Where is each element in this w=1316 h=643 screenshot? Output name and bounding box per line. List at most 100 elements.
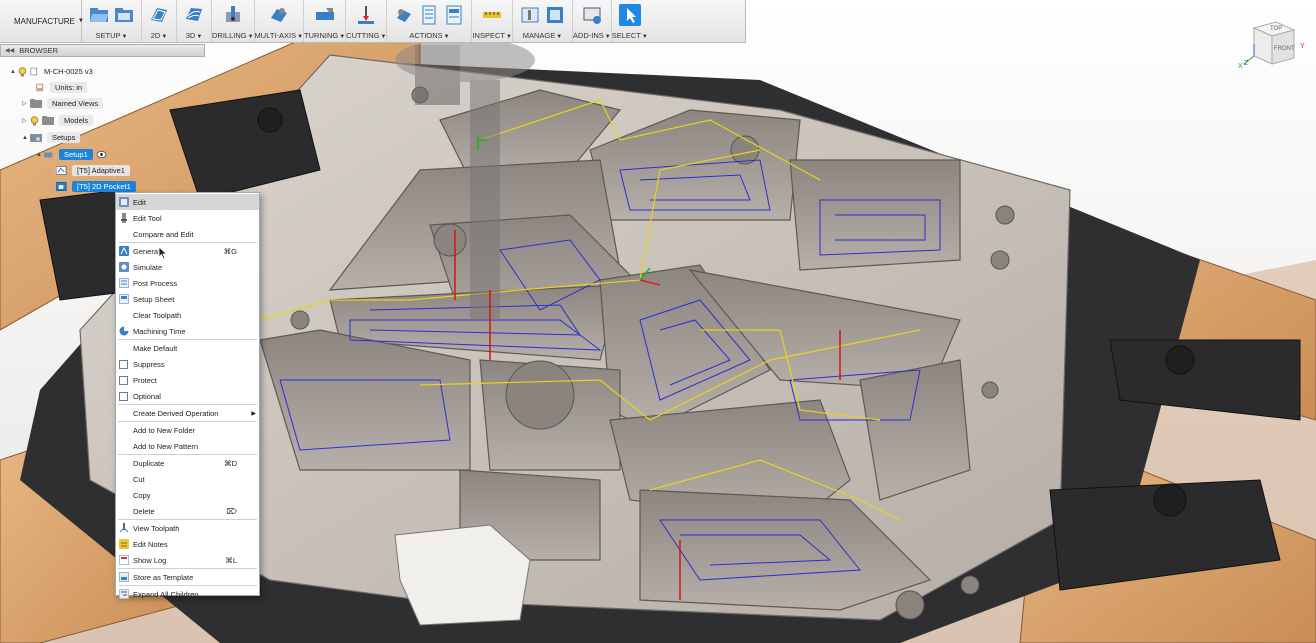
toolbar-group-select[interactable]: SELECT▼ (612, 0, 648, 42)
shortcut-label: ⌘D (224, 458, 237, 468)
tree-node-setups[interactable]: ▲ Setups (22, 131, 81, 144)
optional-checkbox[interactable] (119, 391, 128, 401)
menu-item-create-derived-operation[interactable]: Create Derived Operation ▶ (116, 405, 259, 421)
toolbar-group-actions[interactable]: ACTIONS▼ (387, 0, 473, 42)
suppress-checkbox[interactable] (119, 359, 128, 369)
setup-eye-icon[interactable] (96, 150, 107, 159)
select-cursor-icon[interactable] (618, 4, 641, 26)
menu-item-post-process[interactable]: Post Process (116, 275, 259, 291)
tree-node-units[interactable]: Units: in (36, 81, 88, 94)
viewcube[interactable]: TOP FRONT X Y Z (1236, 18, 1306, 78)
caret-icon: ▼ (121, 34, 128, 40)
expand-triangle-icon[interactable]: ▲ (10, 69, 18, 75)
blank-icon (119, 229, 129, 239)
cutting-icon[interactable] (355, 4, 377, 26)
drill-icon[interactable] (222, 4, 244, 26)
menu-item-compare-and-edit[interactable]: Compare and Edit (116, 226, 259, 242)
node-dot-icon: · (48, 183, 50, 190)
menu-item-cut[interactable]: Cut (116, 471, 259, 487)
generate-icon (119, 246, 129, 256)
add-ins-icon[interactable] (581, 4, 603, 26)
menu-item-clear-toolpath[interactable]: Clear Toolpath (116, 307, 259, 323)
inspect-group-label: INSPECT (472, 31, 505, 40)
2d-contour-icon[interactable] (148, 4, 170, 26)
measure-icon[interactable] (481, 4, 503, 26)
menu-item-add-to-new-pattern[interactable]: Add to New Pattern (116, 438, 259, 454)
menu-item-edit-tool[interactable]: Edit Tool (116, 210, 259, 226)
protect-checkbox[interactable] (119, 375, 128, 385)
menu-item-setup-sheet[interactable]: Setup Sheet (116, 291, 259, 307)
tool-library-icon[interactable] (519, 4, 541, 26)
tree-node-root[interactable]: ▲ M-CH-0025 v3 (10, 65, 93, 78)
setup-icon (44, 152, 53, 158)
toolbar-group-drilling[interactable]: DRILLING▼ (212, 0, 255, 42)
menu-item-simulate[interactable]: Simulate (116, 259, 259, 275)
post-process-icon[interactable] (418, 4, 440, 26)
toolbar-group-inspect[interactable]: INSPECT▼ (472, 0, 513, 42)
tree-node-models[interactable]: ▷ Models (22, 114, 94, 127)
menu-item-expand-all-children[interactable]: Expand All Children (116, 586, 259, 602)
toolbar-group-3d[interactable]: 3D▼ (177, 0, 212, 42)
expand-triangle-icon[interactable]: ▲ (36, 152, 44, 158)
context-menu: Edit Edit Tool Compare and Edit Generate… (115, 192, 260, 599)
menu-item-label: Post Process (133, 278, 178, 288)
collapse-arrows-icon[interactable]: ◀◀ (5, 47, 14, 54)
expand-children-icon (119, 589, 129, 599)
menu-item-label: Setup Sheet (133, 294, 175, 304)
toolbar-group-2d[interactable]: 2D▼ (142, 0, 177, 42)
menu-item-edit-notes[interactable]: Edit Notes (116, 536, 259, 552)
toolbar-group-add-ins[interactable]: ADD-INS▼ (573, 0, 612, 42)
setup-sheet-icon[interactable] (443, 4, 465, 26)
visibility-bulb-icon[interactable] (30, 115, 39, 126)
menu-item-edit[interactable]: Edit (116, 194, 259, 210)
toolbar-group-setup[interactable]: SETUP▼ (82, 0, 142, 42)
menu-item-label: Store as Template (133, 572, 194, 582)
caret-icon: ▼ (556, 34, 563, 40)
menu-item-show-log[interactable]: Show Log ⌘L (116, 552, 259, 568)
menu-item-make-default[interactable]: Make Default (116, 340, 259, 356)
workspace-selector[interactable]: MANUFACTURE ▼ (0, 0, 84, 42)
toolbar-group-cutting[interactable]: CUTTING▼ (346, 0, 388, 42)
toolbar-group-multi-axis[interactable]: MULTI-AXIS▼ (255, 0, 305, 42)
menu-item-add-to-new-folder[interactable]: Add to New Folder (116, 422, 259, 438)
menu-item-duplicate[interactable]: Duplicate ⌘D (116, 455, 259, 471)
edit-icon (119, 197, 129, 207)
turning-icon[interactable] (314, 4, 336, 26)
named-views-label: Named Views (47, 98, 104, 109)
menu-item-copy[interactable]: Copy (116, 487, 259, 503)
3d-surface-icon[interactable] (183, 4, 205, 26)
menu-item-generate[interactable]: Generate ⌘G (116, 243, 259, 259)
cutting-group-label: CUTTING (346, 31, 380, 40)
units-label: Units: in (50, 82, 88, 93)
tree-node-adaptive1[interactable]: · [T5] Adaptive1 (48, 164, 130, 177)
menu-item-label: Edit Notes (133, 539, 168, 549)
menu-item-protect[interactable]: Protect (116, 372, 259, 388)
menu-item-suppress[interactable]: Suppress (116, 356, 259, 372)
menu-item-label: Clear Toolpath (133, 310, 182, 320)
tree-node-named-views[interactable]: ▷ Named Views (22, 97, 104, 110)
browser-title: BROWSER (19, 46, 58, 55)
folder-open-icon[interactable] (88, 4, 110, 26)
menu-item-optional[interactable]: Optional (116, 388, 259, 404)
menu-item-view-toolpath[interactable]: View Toolpath (116, 520, 259, 536)
2d-pocket-operation-icon (56, 182, 67, 191)
browser-header[interactable]: ◀◀ BROWSER (0, 44, 205, 57)
template-icon[interactable] (544, 4, 566, 26)
toolbar-group-turning[interactable]: TURNING▼ (304, 0, 347, 42)
expand-triangle-icon[interactable]: ▷ (22, 117, 30, 124)
menu-item-store-as-template[interactable]: Store as Template (116, 569, 259, 585)
tree-node-setup1[interactable]: ▲ Setup1 (36, 148, 107, 161)
menu-item-machining-time[interactable]: Machining Time (116, 323, 259, 339)
setup1-label: Setup1 (59, 149, 93, 160)
multi-axis-icon[interactable] (268, 4, 290, 26)
adaptive-operation-icon (56, 166, 67, 175)
view-toolpath-icon (119, 523, 129, 533)
manage-group-label: MANAGE (522, 31, 556, 40)
simulate-action-icon[interactable] (393, 4, 415, 26)
expand-triangle-icon[interactable]: ▷ (22, 100, 30, 107)
folder-setup-icon[interactable] (113, 4, 135, 26)
visibility-bulb-icon[interactable] (18, 66, 27, 77)
toolbar-group-manage[interactable]: MANAGE▼ (513, 0, 573, 42)
expand-triangle-icon[interactable]: ▲ (22, 135, 30, 141)
menu-item-delete[interactable]: Delete ⌦ (116, 503, 259, 519)
